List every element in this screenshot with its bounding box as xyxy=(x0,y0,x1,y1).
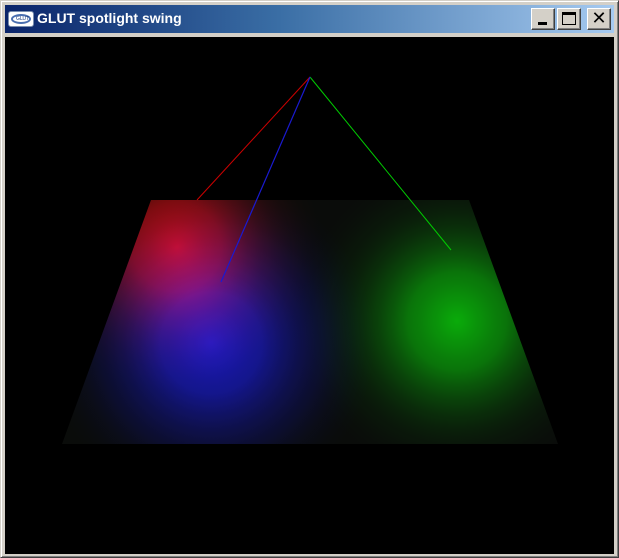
close-icon: ✕ xyxy=(591,8,607,29)
app-window: GLUT GLUT spotlight swing ✕ xyxy=(0,0,619,558)
blue-spotlight-pool xyxy=(62,200,558,444)
close-button[interactable]: ✕ xyxy=(587,8,611,30)
title-bar[interactable]: GLUT GLUT spotlight swing ✕ xyxy=(5,5,614,33)
minimize-icon xyxy=(538,22,547,25)
window-title: GLUT spotlight swing xyxy=(37,10,182,26)
icon-label: GLUT xyxy=(16,16,30,22)
red-spotlight-beam xyxy=(196,76,311,201)
maximize-icon xyxy=(562,12,576,25)
render-viewport[interactable] xyxy=(5,37,614,554)
maximize-button[interactable] xyxy=(557,8,581,30)
scene-canvas xyxy=(62,76,558,444)
minimize-button[interactable] xyxy=(531,8,555,30)
glut-app-icon[interactable]: GLUT xyxy=(8,11,34,27)
